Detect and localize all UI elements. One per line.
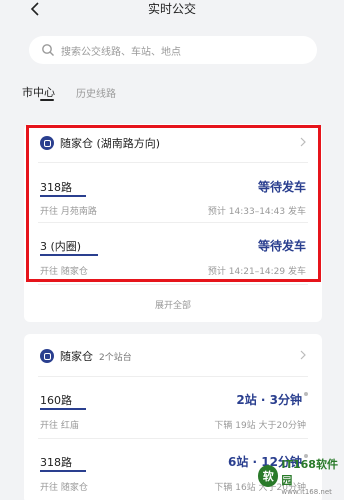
arrival-status: 等待发车	[257, 180, 306, 194]
eta-text: 预计 14:21–14:29 发车	[207, 267, 306, 277]
stop-name: 随家仓 (湖南路方向)	[60, 137, 161, 150]
route-underline	[40, 195, 86, 197]
divider	[38, 162, 308, 163]
chevron-right-icon[interactable]	[298, 350, 308, 360]
watermark-logo-icon: 软	[258, 465, 279, 487]
route-number: 160路	[40, 394, 72, 407]
search-input[interactable]: 搜索公交线路、车站、地点	[29, 36, 317, 64]
divider	[38, 222, 308, 223]
top-bar: 实时公交	[0, 0, 344, 28]
divider	[38, 438, 308, 439]
bus-stop-icon	[40, 136, 54, 150]
watermark-text: IT168软件园 www.it168.net	[281, 456, 344, 496]
route-destination: 开往 红庙	[40, 421, 79, 431]
stop-card-1: 随家仓 (湖南路方向) 318路 等待发车 开往 月苑南路 预计 14:33–1…	[24, 124, 322, 322]
divider	[38, 376, 308, 377]
watermark-title: IT168软件园	[281, 458, 338, 487]
route-destination: 开往 月苑南路	[40, 207, 97, 217]
route-number: 318路	[40, 181, 72, 194]
stop-header[interactable]: 随家仓 2个站台	[40, 348, 132, 364]
search-placeholder: 搜索公交线路、车站、地点	[61, 46, 181, 58]
page-title: 实时公交	[147, 2, 196, 16]
route-destination: 开往 随家仓	[40, 267, 88, 277]
route-underline	[40, 408, 86, 410]
route-number: 318路	[40, 456, 72, 469]
divider	[38, 284, 308, 285]
eta-text: 预计 14:33–14:43 发车	[207, 207, 306, 217]
search-icon	[42, 44, 54, 56]
arrival-status: 2站 · 3分钟	[236, 393, 302, 407]
route-underline	[40, 254, 98, 256]
tab-history[interactable]: 历史线路	[76, 85, 116, 100]
route-destination: 开往 随家仓	[40, 483, 88, 493]
tab-city-center[interactable]: 市中心	[22, 84, 55, 100]
route-underline	[40, 470, 86, 472]
watermark: 软 IT168软件园 www.it168.net	[258, 456, 344, 496]
live-indicator-dot	[304, 392, 308, 396]
platform-count: 2个站台	[99, 352, 132, 363]
stop-name: 随家仓	[60, 350, 93, 363]
bus-stop-icon	[40, 349, 54, 363]
active-tab-indicator	[40, 99, 54, 101]
route-number: 3 (内圈)	[40, 240, 82, 253]
expand-all-button[interactable]: 展开全部	[24, 298, 322, 311]
watermark-url: www.it168.net	[281, 488, 332, 496]
eta-text: 下辆 19站 大于20分钟	[214, 421, 306, 431]
chevron-right-icon[interactable]	[298, 137, 308, 147]
stop-header[interactable]: 随家仓 (湖南路方向)	[40, 135, 160, 151]
arrival-status: 等待发车	[257, 239, 306, 253]
